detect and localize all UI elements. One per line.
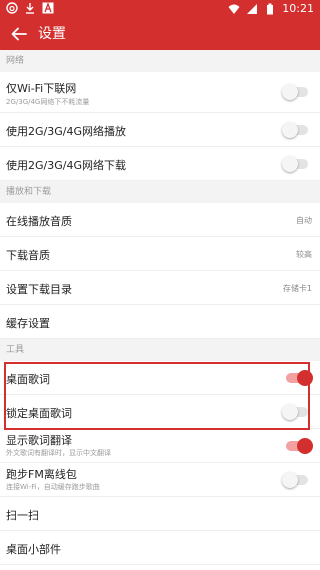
status-bar: 10:21 (0, 0, 320, 18)
section-header-tools: 工具 (0, 339, 320, 361)
setting-label: 桌面小部件 (6, 543, 61, 556)
setting-fm-offline[interactable]: 跑步FM离线包 连接Wi-Fi，自动缓存跑步歌曲 (0, 463, 320, 497)
settings-list[interactable]: 网络 仅Wi-Fi下联网 2G/3G/4G网络下不耗流量 使用2G/3G/4G网… (0, 50, 320, 570)
setting-value: 存储卡1 (282, 284, 312, 293)
fm-offline-toggle[interactable] (282, 472, 308, 488)
setting-label: 跑步FM离线包 (6, 468, 77, 481)
setting-lock-desktop-lyrics[interactable]: 锁定桌面歌词 (0, 395, 320, 429)
setting-label: 下载音质 (6, 249, 50, 262)
setting-online-quality[interactable]: 在线播放音质 自动 (0, 203, 320, 237)
mobile-download-toggle[interactable] (282, 156, 308, 172)
wifi-icon (228, 4, 240, 14)
setting-label: 扫一扫 (6, 509, 39, 522)
setting-desktop-lyrics[interactable]: 桌面歌词 (0, 361, 320, 395)
setting-label: 设置下载目录 (6, 283, 72, 296)
setting-download-dir[interactable]: 设置下载目录 存储卡1 (0, 271, 320, 305)
wifi-only-toggle[interactable] (282, 84, 308, 100)
setting-sub: 外文歌词有翻译时，显示中文翻译 (6, 449, 111, 457)
setting-mobile-play[interactable]: 使用2G/3G/4G网络播放 (0, 113, 320, 147)
a-icon (42, 2, 54, 14)
setting-label: 使用2G/3G/4G网络下载 (6, 159, 126, 172)
page-title: 设置 (38, 26, 66, 42)
setting-value: 自动 (296, 216, 312, 225)
setting-lyric-translation[interactable]: 显示歌词翻译 外文歌词有翻译时，显示中文翻译 (0, 429, 320, 463)
desktop-lyrics-toggle[interactable] (286, 370, 313, 386)
mobile-play-toggle[interactable] (282, 122, 308, 138)
setting-label: 在线播放音质 (6, 215, 72, 228)
setting-widget[interactable]: 桌面小部件 (0, 531, 320, 565)
section-header-network: 网络 (0, 50, 320, 72)
setting-wifi-only[interactable]: 仅Wi-Fi下联网 2G/3G/4G网络下不耗流量 (0, 72, 320, 113)
setting-scan[interactable]: 扫一扫 (0, 497, 320, 531)
signal-icon (247, 3, 258, 14)
setting-label: 缓存设置 (6, 317, 50, 330)
section-header-playback: 播放和下载 (0, 181, 320, 203)
battery-icon (267, 3, 274, 14)
netease-cloud-music-icon (6, 2, 18, 14)
setting-mobile-download[interactable]: 使用2G/3G/4G网络下载 (0, 147, 320, 181)
setting-label: 仅Wi-Fi下联网 (6, 82, 77, 95)
setting-label: 锁定桌面歌词 (6, 407, 72, 420)
setting-cache[interactable]: 缓存设置 (0, 305, 320, 339)
lyric-translation-toggle[interactable] (286, 438, 313, 454)
status-time: 10:21 (282, 2, 314, 15)
setting-label: 显示歌词翻译 (6, 434, 72, 447)
setting-label: 使用2G/3G/4G网络播放 (6, 125, 126, 138)
status-bar-right: 10:21 (228, 2, 314, 15)
download-icon (26, 3, 34, 14)
lock-desktop-lyrics-toggle[interactable] (282, 404, 308, 420)
setting-download-quality[interactable]: 下载音质 较高 (0, 237, 320, 271)
status-bar-left (6, 2, 54, 14)
app-bar: 设置 (0, 18, 320, 50)
setting-label: 桌面歌词 (6, 373, 50, 386)
setting-sub: 2G/3G/4G网络下不耗流量 (6, 98, 90, 106)
arrow-left-icon[interactable] (10, 25, 28, 43)
setting-sub: 连接Wi-Fi，自动缓存跑步歌曲 (6, 483, 100, 491)
setting-value: 较高 (296, 250, 312, 259)
